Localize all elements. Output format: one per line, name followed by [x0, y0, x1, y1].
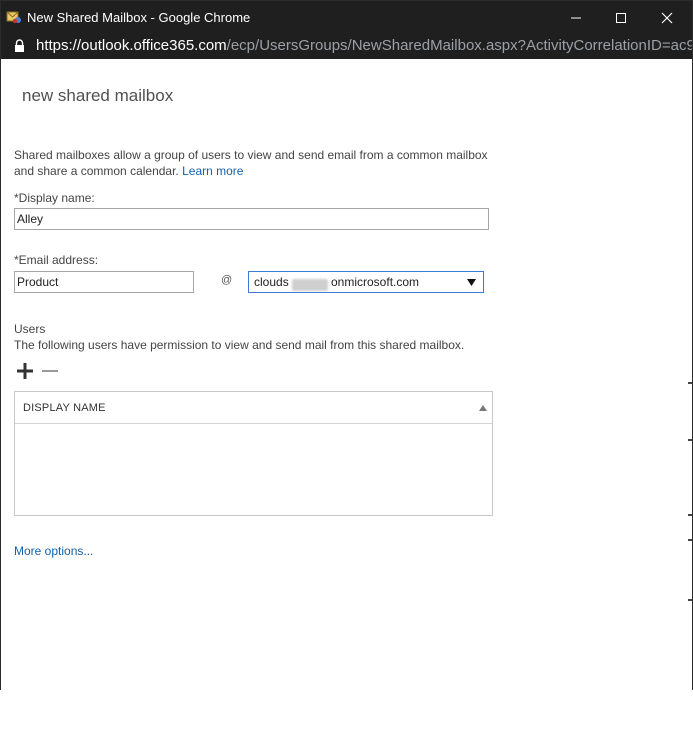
dialog-content: new shared mailbox Shared mailboxes allo…	[1, 59, 692, 690]
right-edge-marks	[688, 117, 692, 748]
display-name-column-header[interactable]: DISPLAY NAME	[23, 402, 106, 414]
minimize-button[interactable]	[553, 1, 599, 34]
edge-tick	[688, 599, 692, 601]
domain-select[interactable]: clouds onmicrosoft.com	[248, 271, 484, 293]
edge-tick	[688, 514, 692, 516]
edge-tick	[688, 382, 692, 384]
browser-window: New Shared Mailbox - Google Chrome https…	[0, 0, 693, 690]
minimize-icon	[571, 17, 581, 18]
users-section-title: Users	[14, 322, 46, 336]
address-bar[interactable]: https://outlook.office365.com/ecp/UsersG…	[1, 34, 692, 59]
display-name-input[interactable]	[14, 208, 489, 230]
domain-value: clouds onmicrosoft.com	[254, 275, 419, 291]
maximize-button[interactable]	[598, 1, 644, 34]
display-name-label: *Display name:	[14, 191, 95, 205]
redacted-domain	[292, 279, 328, 291]
at-symbol: @	[221, 274, 233, 286]
url-path: /ecp/UsersGroups/NewSharedMailbox.aspx?A…	[226, 37, 692, 54]
email-address-label: *Email address:	[14, 253, 99, 267]
users-section-description: The following users have permission to v…	[14, 338, 465, 352]
edge-tick	[688, 539, 692, 541]
description: Shared mailboxes allow a group of users …	[14, 147, 494, 179]
domain-prefix: clouds	[254, 275, 289, 289]
email-alias-input[interactable]	[14, 271, 194, 293]
maximize-icon	[616, 12, 626, 23]
url-text[interactable]: https://outlook.office365.com/ecp/UsersG…	[36, 37, 692, 54]
close-icon	[661, 12, 673, 23]
triangle-down-icon	[467, 279, 476, 286]
add-user-button[interactable]	[16, 363, 34, 379]
domain-suffix: onmicrosoft.com	[331, 275, 420, 289]
title-bar: New Shared Mailbox - Google Chrome	[1, 1, 692, 34]
description-text: Shared mailboxes allow a group of users …	[14, 148, 488, 178]
plus-icon	[17, 363, 33, 379]
close-button[interactable]	[644, 1, 690, 34]
lock-icon	[15, 39, 24, 52]
page-title: new shared mailbox	[22, 86, 174, 105]
more-options-link[interactable]: More options...	[14, 544, 93, 558]
remove-user-button[interactable]	[41, 363, 59, 379]
edge-tick	[688, 439, 692, 441]
window-title: New Shared Mailbox - Google Chrome	[27, 10, 251, 25]
url-host: https://outlook.office365.com	[36, 37, 227, 54]
learn-more-link[interactable]: Learn more	[182, 164, 243, 178]
mailbox-app-icon	[6, 11, 21, 24]
triangle-up-icon[interactable]	[479, 405, 487, 411]
grid-header[interactable]: DISPLAY NAME	[15, 392, 492, 424]
minus-icon	[42, 370, 58, 372]
users-grid: DISPLAY NAME	[14, 391, 493, 516]
